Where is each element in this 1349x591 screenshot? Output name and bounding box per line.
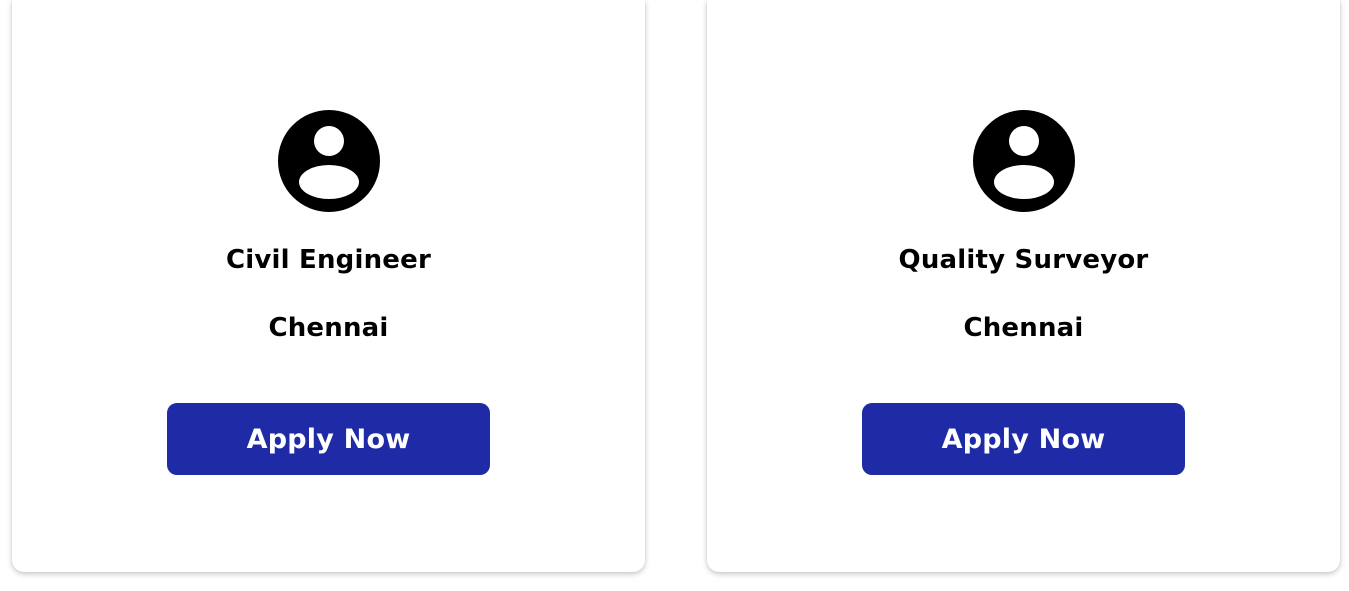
job-location: Chennai <box>963 313 1084 343</box>
apply-now-button[interactable]: Apply Now <box>862 403 1185 475</box>
account-circle-icon <box>972 110 1075 212</box>
job-title: Quality Surveyor <box>898 245 1149 275</box>
job-card-civil-engineer: Civil Engineer Chennai Apply Now <box>12 0 645 572</box>
job-title: Civil Engineer <box>225 245 431 275</box>
account-circle-icon <box>277 110 380 212</box>
job-card-quality-surveyor: Quality Surveyor Chennai Apply Now <box>707 0 1340 572</box>
apply-now-button[interactable]: Apply Now <box>167 403 490 475</box>
job-cards-row: Civil Engineer Chennai Apply Now Quality… <box>0 0 1349 591</box>
job-location: Chennai <box>268 313 389 343</box>
